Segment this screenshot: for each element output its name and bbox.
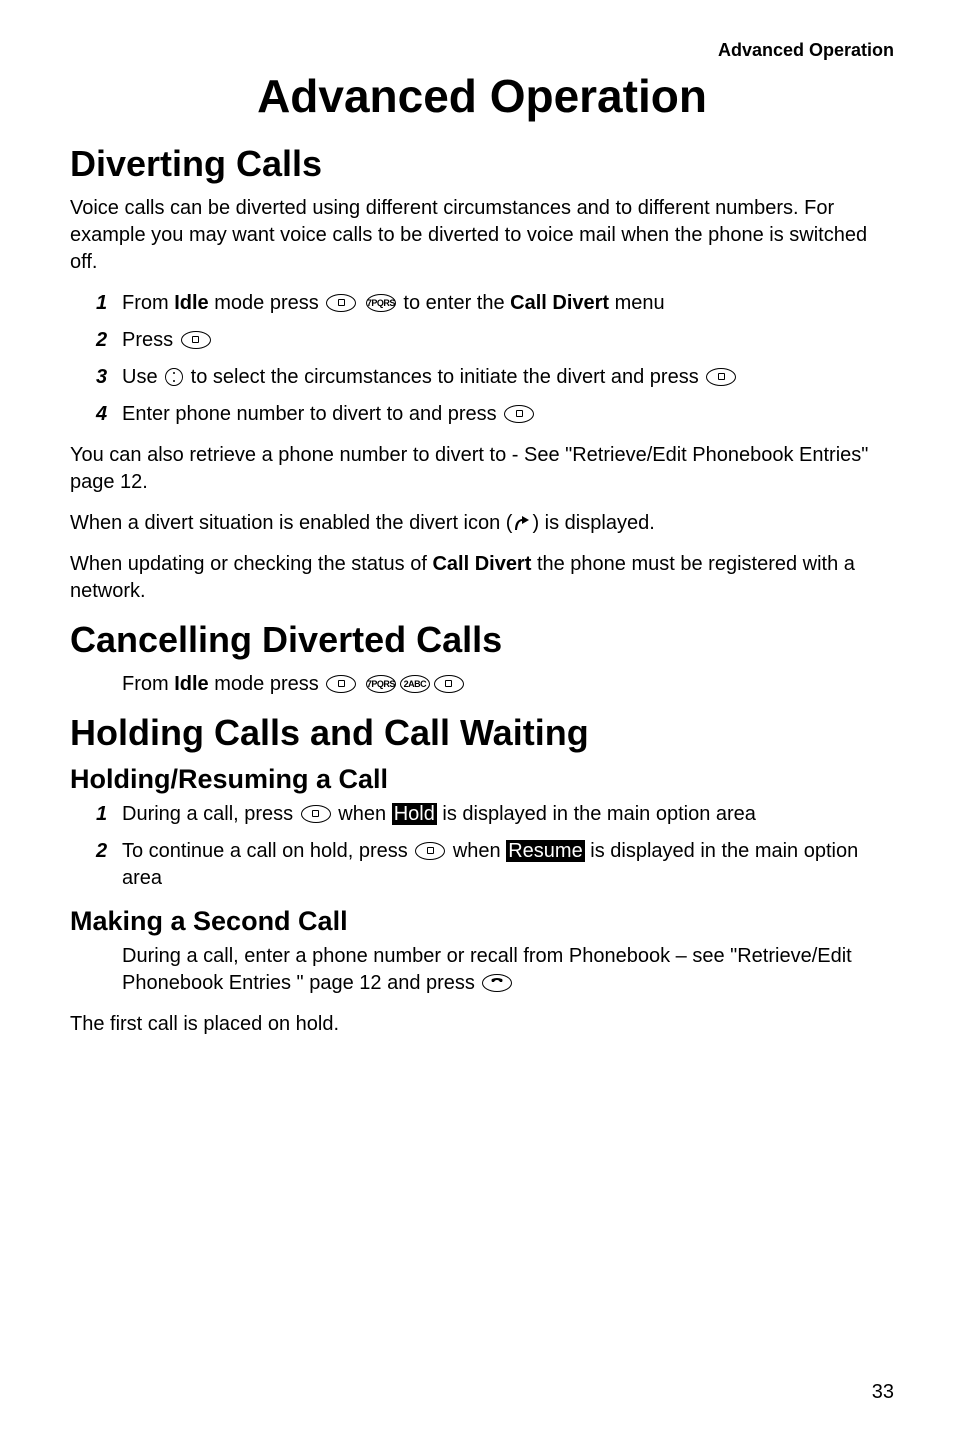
select-button-icon xyxy=(706,368,736,386)
select-button-icon xyxy=(415,842,445,860)
text-fragment: is displayed in the main option area xyxy=(437,803,756,825)
text-bold: Idle xyxy=(174,673,208,695)
diverting-note-network: When updating or checking the status of … xyxy=(70,551,894,605)
second-call-body: During a call, enter a phone number or r… xyxy=(122,943,894,997)
text-bold: Idle xyxy=(174,292,208,314)
step-number: 2 xyxy=(96,838,122,865)
second-call-note: The first call is placed on hold. xyxy=(70,1011,894,1038)
select-button-icon xyxy=(181,331,211,349)
text-bold: Call Divert xyxy=(510,292,609,314)
text-bold: Call Divert xyxy=(432,553,531,575)
step-content: From Idle mode press 7PQRS to enter the … xyxy=(122,290,894,317)
text-fragment: Press xyxy=(122,329,179,351)
step-number: 4 xyxy=(96,401,122,428)
step-number: 1 xyxy=(96,801,122,828)
subheading-holding-resuming: Holding/Resuming a Call xyxy=(70,764,894,795)
select-button-icon xyxy=(301,805,331,823)
heading-diverting-calls: Diverting Calls xyxy=(70,143,894,185)
diverting-steps-list: 1 From Idle mode press 7PQRS to enter th… xyxy=(96,290,894,428)
heading-holding: Holding Calls and Call Waiting xyxy=(70,712,894,754)
text-fragment: mode press xyxy=(209,673,325,695)
key-label: 7PQRS xyxy=(367,297,395,309)
text-fragment: During a call, press xyxy=(122,803,299,825)
list-item: 4 Enter phone number to divert to and pr… xyxy=(96,401,894,428)
page-header-section: Advanced Operation xyxy=(70,40,894,61)
inverted-label: Hold xyxy=(392,803,437,825)
key-label: 7PQRS xyxy=(367,678,395,690)
call-button-icon xyxy=(482,974,512,992)
select-button-icon xyxy=(434,675,464,693)
step-content: Enter phone number to divert to and pres… xyxy=(122,401,894,428)
text-fragment: ) is displayed. xyxy=(532,512,654,534)
text-fragment: When a divert situation is enabled the d… xyxy=(70,512,512,534)
step-number: 2 xyxy=(96,327,122,354)
text-fragment: Use xyxy=(122,366,163,388)
inverted-label: Resume xyxy=(506,840,584,862)
select-button-icon xyxy=(326,294,356,312)
text-fragment: to select the circumstances to initiate … xyxy=(185,366,704,388)
step-content: Press xyxy=(122,327,894,354)
heading-cancelling: Cancelling Diverted Calls xyxy=(70,619,894,661)
list-item: 1 During a call, press when Hold is disp… xyxy=(96,801,894,828)
list-item: 2 To continue a call on hold, press when… xyxy=(96,838,894,892)
subheading-second-call: Making a Second Call xyxy=(70,906,894,937)
text-fragment: when xyxy=(447,840,506,862)
holding-steps-list: 1 During a call, press when Hold is disp… xyxy=(96,801,894,892)
key-7-icon: 7PQRS xyxy=(366,294,396,312)
list-item: 1 From Idle mode press 7PQRS to enter th… xyxy=(96,290,894,317)
key-label: 2ABC xyxy=(404,678,427,690)
diverting-note-icon: When a divert situation is enabled the d… xyxy=(70,510,894,537)
text-fragment: when xyxy=(333,803,392,825)
text-fragment: to enter the xyxy=(398,292,510,314)
text-fragment: From xyxy=(122,292,174,314)
divert-icon xyxy=(512,514,532,532)
cancelling-body: From Idle mode press 7PQRS 2ABC xyxy=(122,671,894,698)
select-button-icon xyxy=(326,675,356,693)
page-number: 33 xyxy=(872,1381,894,1404)
list-item: 2 Press xyxy=(96,327,894,354)
nav-key-icon xyxy=(165,368,183,386)
diverting-intro: Voice calls can be diverted using differ… xyxy=(70,195,894,276)
select-button-icon xyxy=(504,405,534,423)
key-2-icon: 2ABC xyxy=(400,675,430,693)
step-content: To continue a call on hold, press when R… xyxy=(122,838,894,892)
text-fragment: When updating or checking the status of xyxy=(70,553,432,575)
text-fragment: Enter phone number to divert to and pres… xyxy=(122,403,502,425)
text-fragment: mode press xyxy=(209,292,325,314)
diverting-note-retrieve: You can also retrieve a phone number to … xyxy=(70,442,894,496)
step-number: 3 xyxy=(96,364,122,391)
text-fragment: To continue a call on hold, press xyxy=(122,840,413,862)
chapter-title: Advanced Operation xyxy=(70,69,894,123)
step-content: Use to select the circumstances to initi… xyxy=(122,364,894,391)
step-content: During a call, press when Hold is displa… xyxy=(122,801,894,828)
step-number: 1 xyxy=(96,290,122,317)
key-7-icon: 7PQRS xyxy=(366,675,396,693)
text-fragment: menu xyxy=(609,292,665,314)
list-item: 3 Use to select the circumstances to ini… xyxy=(96,364,894,391)
text-fragment: From xyxy=(122,673,174,695)
